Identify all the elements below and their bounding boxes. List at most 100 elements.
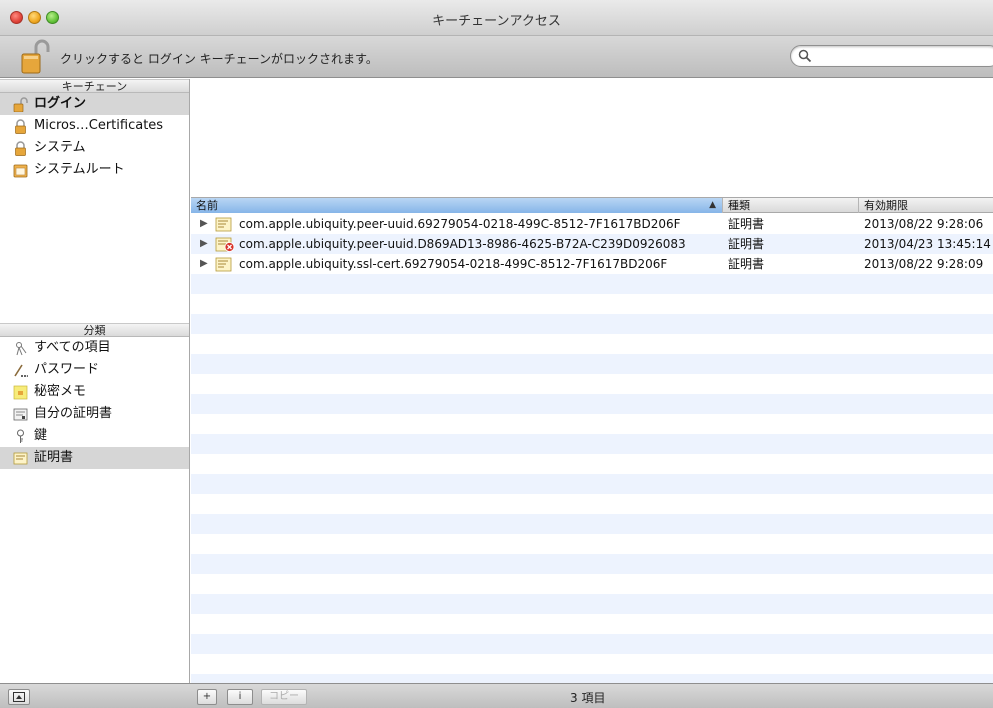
empty-row xyxy=(191,614,993,634)
certificate-icon xyxy=(215,257,232,272)
column-header-expiry[interactable]: 有効期限 xyxy=(859,198,993,213)
sidebar-item-label: Micros…Certificates xyxy=(34,118,164,133)
sidebar-item-label: 証明書 xyxy=(34,450,74,465)
table-row[interactable]: ▶ com.apple.ubiquity.peer-uuid.69279054-… xyxy=(191,214,993,234)
sidebar-item-all-items[interactable]: すべての項目 xyxy=(0,337,189,359)
password-icon xyxy=(14,364,28,377)
secure-note-icon xyxy=(13,385,28,400)
all-items-icon xyxy=(16,342,27,356)
title-bar: キーチェーンアクセス xyxy=(0,0,993,36)
sidebar-item-label: すべての項目 xyxy=(34,340,111,355)
empty-row xyxy=(191,494,993,514)
search-icon xyxy=(798,49,812,63)
empty-row xyxy=(191,554,993,574)
invalid-certificate-icon xyxy=(215,237,235,252)
sidebar-item-system[interactable]: システム xyxy=(0,137,189,159)
sort-ascending-icon: ▲ xyxy=(709,200,716,210)
certificate-list: ▶ com.apple.ubiquity.peer-uuid.69279054-… xyxy=(191,214,993,683)
sidebar-item-passwords[interactable]: パスワード xyxy=(0,359,189,381)
sidebar-item-label: 鍵 xyxy=(34,428,48,443)
empty-row xyxy=(191,514,993,534)
table-header: 名前 ▲ 種類 有効期限 xyxy=(191,197,993,213)
disclosure-triangle-icon[interactable]: ▶ xyxy=(200,254,208,274)
empty-row xyxy=(191,634,993,654)
column-header-label: 名前 xyxy=(196,199,218,212)
window-title: キーチェーンアクセス xyxy=(432,14,561,29)
sidebar-item-label: 秘密メモ xyxy=(34,384,87,399)
cell-kind: 証明書 xyxy=(728,217,765,231)
search-input[interactable] xyxy=(815,48,985,64)
cell-name: com.apple.ubiquity.ssl-cert.69279054-021… xyxy=(239,257,668,271)
cell-name: com.apple.ubiquity.peer-uuid.69279054-02… xyxy=(239,217,681,231)
item-count: 3 項目 xyxy=(570,691,606,705)
empty-row xyxy=(191,374,993,394)
cell-expiry: 2013/08/22 9:28:06 xyxy=(864,217,984,231)
sidebar-item-label: システム xyxy=(34,140,86,155)
empty-row xyxy=(191,294,993,314)
empty-row xyxy=(191,454,993,474)
column-header-label: 有効期限 xyxy=(864,199,908,212)
sidebar-item-label: 自分の証明書 xyxy=(34,406,113,421)
key-icon xyxy=(17,429,24,443)
toolbar: クリックすると ログイン キーチェーンがロックされます。 xyxy=(0,36,993,78)
empty-row xyxy=(191,674,993,683)
empty-row xyxy=(191,414,993,434)
cell-name: com.apple.ubiquity.peer-uuid.D869AD13-89… xyxy=(239,237,686,251)
keychain-list: ログイン Micros…Certificates システム システムルート xyxy=(0,93,189,323)
empty-row xyxy=(191,354,993,374)
sidebar-item-system-roots[interactable]: システムルート xyxy=(0,159,189,181)
lock-status-message[interactable]: クリックすると ログイン キーチェーンがロックされます。 xyxy=(60,50,378,67)
info-button[interactable]: i xyxy=(227,689,253,705)
column-header-kind[interactable]: 種類 xyxy=(723,198,859,213)
unlocked-padlock-icon[interactable] xyxy=(20,39,50,75)
empty-row xyxy=(191,394,993,414)
table-row[interactable]: ▶ com.apple.ubiquity.ssl-cert.69279054-0… xyxy=(191,254,993,274)
copy-button[interactable]: コピー xyxy=(261,689,307,705)
main-content: 名前 ▲ 種類 有効期限 ▶ com.apple.ubiquity.peer-u… xyxy=(191,79,993,683)
bottom-bar: + i コピー 3 項目 xyxy=(0,683,993,708)
cabinet-icon xyxy=(13,164,28,178)
empty-row xyxy=(191,314,993,334)
empty-row xyxy=(191,534,993,554)
sidebar: キーチェーン ログイン Micros…Certificates システム システ… xyxy=(0,79,190,683)
disclosure-triangle-icon[interactable]: ▶ xyxy=(200,234,208,254)
sidebar-item-my-certificates[interactable]: 自分の証明書 xyxy=(0,403,189,425)
unlocked-padlock-icon xyxy=(13,97,28,112)
cell-expiry: 2013/08/22 9:28:09 xyxy=(864,257,984,271)
table-row[interactable]: ▶ com.apple.ubiquity.peer-uuid.D869AD13-… xyxy=(191,234,993,254)
cell-kind: 証明書 xyxy=(728,237,765,251)
empty-row xyxy=(191,274,993,294)
sidebar-item-secure-notes[interactable]: 秘密メモ xyxy=(0,381,189,403)
empty-row xyxy=(191,574,993,594)
category-list: すべての項目 パスワード 秘密メモ 自分の証明書 鍵 証明書 xyxy=(0,337,189,469)
toggle-sidebar-button[interactable] xyxy=(8,689,30,705)
keychains-header: キーチェーン xyxy=(0,79,189,93)
cell-kind: 証明書 xyxy=(728,257,765,271)
empty-row xyxy=(191,334,993,354)
my-certificate-icon xyxy=(13,408,28,421)
cell-expiry: 2013/04/23 13:45:14 xyxy=(864,237,991,251)
empty-row xyxy=(191,434,993,454)
padlock-icon xyxy=(15,141,26,156)
item-preview-area xyxy=(191,79,993,197)
empty-row xyxy=(191,594,993,614)
sidebar-toggle-icon xyxy=(13,692,25,702)
column-header-label: 種類 xyxy=(728,199,750,212)
column-header-name[interactable]: 名前 ▲ xyxy=(191,198,723,213)
sidebar-item-certificates[interactable]: 証明書 xyxy=(0,447,189,469)
category-header: 分類 xyxy=(0,323,189,337)
sidebar-item-login[interactable]: ログイン xyxy=(0,93,189,115)
sidebar-item-label: パスワード xyxy=(34,362,100,377)
empty-row xyxy=(191,474,993,494)
sidebar-item-microsoft-certificates[interactable]: Micros…Certificates xyxy=(0,115,189,137)
sidebar-item-label: ログイン xyxy=(34,96,87,111)
search-field[interactable] xyxy=(790,45,993,67)
sidebar-item-keys[interactable]: 鍵 xyxy=(0,425,189,447)
sidebar-item-label: システムルート xyxy=(34,162,125,177)
disclosure-triangle-icon[interactable]: ▶ xyxy=(200,214,208,234)
add-item-button[interactable]: + xyxy=(197,689,217,705)
certificate-icon xyxy=(215,217,232,232)
certificate-icon xyxy=(13,452,28,465)
empty-row xyxy=(191,654,993,674)
padlock-icon xyxy=(15,119,26,134)
